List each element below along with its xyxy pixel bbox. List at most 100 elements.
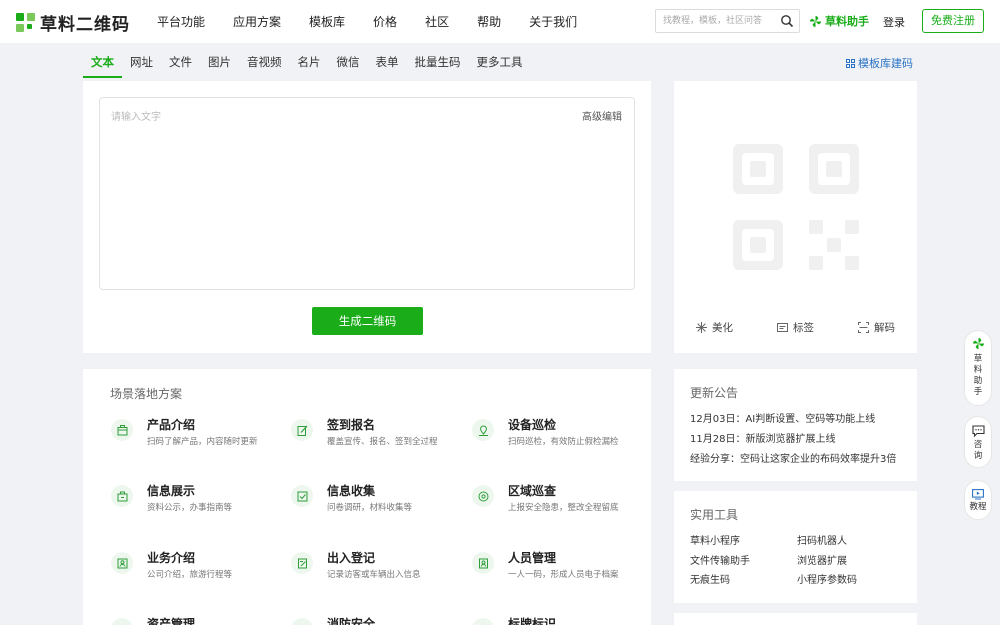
brand-logo[interactable]: 草料二维码 bbox=[16, 10, 130, 35]
scenario-item[interactable]: 出入登记 记录访客或车辆出入信息 bbox=[291, 549, 466, 589]
person-card-icon bbox=[472, 552, 494, 574]
tool-link[interactable]: 文件传输助手 bbox=[690, 552, 750, 567]
scenario-item-desc: 覆盖宣传、报名、签到全过程 bbox=[327, 437, 438, 447]
tool-link[interactable]: 扫码机器人 bbox=[797, 532, 847, 547]
float-consult[interactable]: 咨询 bbox=[964, 416, 992, 468]
pinwheel-icon bbox=[972, 337, 984, 350]
nav-templates[interactable]: 模板库 bbox=[309, 13, 345, 30]
tool-link[interactable]: 小程序参数码 bbox=[797, 571, 857, 586]
fire-icon bbox=[291, 618, 313, 625]
sign-icon bbox=[472, 618, 494, 625]
scenario-item-desc: 问卷调研，材料收集等 bbox=[327, 503, 413, 513]
scenario-item[interactable]: 人员管理 一人一码，形成人员电子档案 bbox=[472, 549, 647, 589]
tab-card[interactable]: 名片 bbox=[290, 54, 329, 78]
login-link[interactable]: 登录 bbox=[883, 14, 905, 30]
briefcase-icon bbox=[111, 485, 133, 507]
tab-text[interactable]: 文本 bbox=[83, 54, 122, 78]
beautify-button[interactable]: 美化 bbox=[696, 320, 733, 335]
register-icon bbox=[291, 552, 313, 574]
sparkle-icon bbox=[696, 322, 707, 333]
scenario-item-title: 标牌标识 bbox=[508, 617, 557, 625]
float-assistant-label: 草料助手 bbox=[973, 354, 983, 397]
qr-placeholder-icon bbox=[733, 144, 859, 270]
scenario-item[interactable]: 资产管理 bbox=[111, 615, 286, 625]
advanced-edit-link[interactable]: 高级编辑 bbox=[582, 108, 622, 123]
text-input[interactable] bbox=[111, 108, 581, 288]
search-box bbox=[655, 9, 800, 33]
scenario-item-desc: 扫码了解产品，内容随时更新 bbox=[147, 437, 258, 447]
notice-item[interactable]: 经验分享：空码让这家企业的布码效率提升3倍 bbox=[690, 450, 896, 465]
edit-icon bbox=[291, 419, 313, 441]
tab-file[interactable]: 文件 bbox=[161, 54, 200, 78]
scenario-item-desc: 一人一码，形成人员电子档案 bbox=[508, 570, 619, 580]
tab-image[interactable]: 图片 bbox=[200, 54, 239, 78]
label-button[interactable]: 标签 bbox=[777, 320, 814, 335]
float-consult-label: 咨询 bbox=[973, 440, 983, 461]
asset-icon bbox=[111, 618, 133, 625]
nav-solutions[interactable]: 应用方案 bbox=[233, 13, 281, 30]
notice-item[interactable]: 11月28日：新版浏览器扩展上线 bbox=[690, 430, 835, 445]
box-icon bbox=[111, 419, 133, 441]
nav-community[interactable]: 社区 bbox=[425, 13, 449, 30]
scenario-item[interactable]: 业务介绍 公司介绍，旅游行程等 bbox=[111, 549, 286, 589]
tool-link[interactable]: 草料小程序 bbox=[690, 532, 740, 547]
template-build-link[interactable]: 模板库建码 bbox=[846, 55, 913, 71]
beautify-label: 美化 bbox=[712, 322, 733, 334]
scenario-item[interactable]: 信息收集 问卷调研，材料收集等 bbox=[291, 482, 466, 522]
notice-title: 更新公告 bbox=[690, 386, 739, 400]
scenario-item[interactable]: 区域巡查 上报安全隐患，整改全程留底 bbox=[472, 482, 647, 522]
scenario-title: 场景落地方案 bbox=[110, 387, 183, 401]
scenario-item-title: 签到报名 bbox=[327, 418, 376, 432]
scenario-item[interactable]: 信息展示 资料公示，办事指南等 bbox=[111, 482, 286, 522]
search-input[interactable] bbox=[656, 10, 774, 32]
location-icon bbox=[472, 419, 494, 441]
contact-icon bbox=[111, 552, 133, 574]
scenario-item-title: 业务介绍 bbox=[147, 551, 196, 565]
tab-wechat[interactable]: 微信 bbox=[329, 54, 368, 78]
scenario-item-title: 消防安全 bbox=[327, 617, 376, 625]
tab-media[interactable]: 音视频 bbox=[239, 54, 290, 78]
tab-batch[interactable]: 批量生码 bbox=[407, 54, 469, 78]
search-icon[interactable] bbox=[780, 14, 794, 28]
tools-title: 实用工具 bbox=[690, 508, 739, 522]
nav-help[interactable]: 帮助 bbox=[477, 13, 501, 30]
nav-pricing[interactable]: 价格 bbox=[373, 13, 397, 30]
scenario-item-desc: 资料公示，办事指南等 bbox=[147, 503, 233, 513]
tab-more-tools[interactable]: 更多工具 bbox=[469, 54, 531, 78]
assistant-link[interactable]: 草料助手 bbox=[809, 13, 869, 29]
scenario-item[interactable]: 签到报名 覆盖宣传、报名、签到全过程 bbox=[291, 416, 466, 456]
scenario-item[interactable]: 产品介绍 扫码了解产品，内容随时更新 bbox=[111, 416, 286, 456]
type-tabs: 文本 网址 文件 图片 音视频 名片 微信 表单 批量生码 更多工具 bbox=[83, 54, 531, 78]
logo-icon bbox=[16, 12, 36, 33]
nav-platform[interactable]: 平台功能 bbox=[157, 13, 205, 30]
scenario-item[interactable]: 设备巡检 扫码巡检，有效防止假检漏检 bbox=[472, 416, 647, 456]
scenario-item[interactable]: 消防安全 bbox=[291, 615, 466, 625]
tool-link[interactable]: 浏览器扩展 bbox=[797, 552, 847, 567]
decode-button[interactable]: 解码 bbox=[858, 320, 895, 335]
video-icon bbox=[972, 489, 984, 500]
notice-item[interactable]: 12月03日：AI判断设置、空码等功能上线 bbox=[690, 410, 875, 425]
float-assistant[interactable]: 草料助手 bbox=[964, 330, 992, 406]
generate-qr-button[interactable]: 生成二维码 bbox=[312, 307, 423, 335]
qr-actions: 美化 标签 解码 bbox=[674, 320, 917, 335]
scan-icon bbox=[858, 322, 869, 333]
register-button[interactable]: 免费注册 bbox=[922, 9, 984, 33]
text-editor: 高级编辑 bbox=[99, 97, 635, 290]
scenario-item-title: 区域巡查 bbox=[508, 484, 557, 498]
label-icon bbox=[777, 323, 788, 332]
float-tutorial-label: 教程 bbox=[969, 502, 987, 512]
float-tutorial[interactable]: 教程 bbox=[964, 480, 992, 520]
main-nav: 平台功能 应用方案 模板库 价格 社区 帮助 关于我们 bbox=[157, 13, 605, 30]
scenario-item-title: 人员管理 bbox=[508, 551, 557, 565]
tab-form[interactable]: 表单 bbox=[368, 54, 407, 78]
checklist-icon bbox=[291, 485, 313, 507]
scenario-item-title: 信息收集 bbox=[327, 484, 376, 498]
nav-about[interactable]: 关于我们 bbox=[529, 13, 577, 30]
scenario-item-title: 设备巡检 bbox=[508, 418, 557, 432]
extra-card bbox=[674, 613, 917, 625]
tool-link[interactable]: 无痕生码 bbox=[690, 571, 730, 586]
brand-name: 草料二维码 bbox=[40, 15, 130, 35]
tab-url[interactable]: 网址 bbox=[122, 54, 161, 78]
scenario-item[interactable]: 标牌标识 bbox=[472, 615, 647, 625]
scenario-item-desc: 记录访客或车辆出入信息 bbox=[327, 570, 421, 580]
